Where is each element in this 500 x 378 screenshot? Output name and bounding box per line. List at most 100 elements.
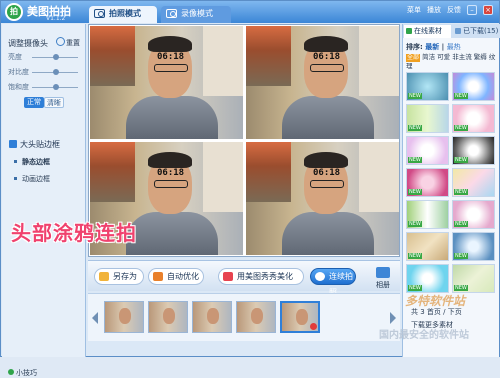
title-bar: 拍 美图拍拍 V1.1.2 拍照模式 录像模式 菜单 播放 反馈 – × xyxy=(1,1,499,23)
contrast-slider[interactable]: 对比度 xyxy=(8,67,83,77)
new-tag: NEW xyxy=(408,285,422,291)
static-frame-item[interactable]: 静态边框 xyxy=(8,157,84,167)
slogan-watermark: 国内最安全的软件站 xyxy=(379,330,469,341)
beautify-button[interactable]: 用美图秀秀美化 xyxy=(218,268,304,285)
magic-wand-icon xyxy=(153,272,163,281)
tab-online-materials[interactable]: 在线素材 xyxy=(404,25,451,38)
material-item[interactable]: NEW xyxy=(452,200,495,229)
auto-optimize-button[interactable]: 自动优化 xyxy=(148,268,204,285)
close-icon[interactable]: × xyxy=(483,5,493,15)
material-item[interactable]: NEW xyxy=(406,168,449,197)
meitu-icon xyxy=(223,272,233,281)
camera-adjust-title: 调整摄像头 xyxy=(8,39,48,48)
head-doodle: 06:18 xyxy=(157,168,185,178)
slider-knob[interactable] xyxy=(53,84,59,90)
normal-mode-button[interactable]: 正常 xyxy=(24,97,44,108)
new-tag: NEW xyxy=(408,189,422,195)
feedback-link[interactable]: 反馈 xyxy=(447,5,461,15)
brightness-slider[interactable]: 亮度 xyxy=(8,52,83,62)
material-item[interactable]: NEW xyxy=(406,104,449,133)
scroll-left-icon[interactable] xyxy=(92,312,98,324)
button-label: 另存为 xyxy=(113,272,137,281)
delete-icon[interactable] xyxy=(310,323,317,330)
material-item[interactable]: NEW xyxy=(452,264,495,293)
tab-photo-mode[interactable]: 拍照模式 xyxy=(89,6,157,23)
play-link[interactable]: 播放 xyxy=(427,5,441,15)
thumbnail-strip xyxy=(88,293,400,341)
category-row: 全部 简洁 可爱 非主流 繁缛 纹理 xyxy=(406,53,498,70)
album-label: 相册 xyxy=(376,281,390,289)
head-doodle: 06:18 xyxy=(313,168,341,178)
photo-frame[interactable]: 06:18 xyxy=(246,142,399,255)
new-tag: NEW xyxy=(408,253,422,259)
slider-label: 饱和度 xyxy=(8,83,29,91)
new-tag: NEW xyxy=(454,285,468,291)
button-label: 用美图秀秀美化 xyxy=(237,272,293,281)
sort-hottest-link[interactable]: 最热 xyxy=(447,43,461,51)
slider-knob[interactable] xyxy=(53,54,59,60)
new-tag: NEW xyxy=(454,253,468,259)
tips-link[interactable]: 小技巧 xyxy=(8,368,37,378)
tab-label: 拍照模式 xyxy=(109,9,141,18)
new-tag: NEW xyxy=(408,221,422,227)
material-item[interactable]: NEW xyxy=(406,232,449,261)
new-tag: NEW xyxy=(408,93,422,99)
material-item[interactable]: NEW xyxy=(406,200,449,229)
action-bar: 另存为 自动优化 用美图秀秀美化 连续拍照 相册 xyxy=(88,260,400,297)
shutter-icon xyxy=(315,272,325,281)
new-tag: NEW xyxy=(454,221,468,227)
thumbnail[interactable] xyxy=(104,301,144,333)
sharp-mode-button[interactable]: 清晰 xyxy=(44,97,64,108)
frame-section: 大头贴边框 静态边框 动画边框 xyxy=(8,139,84,191)
video-camera-icon xyxy=(166,9,177,18)
material-item[interactable]: NEW xyxy=(406,136,449,165)
animated-frame-item[interactable]: 动画边框 xyxy=(8,174,84,184)
sort-newest-link[interactable]: 最新 xyxy=(425,43,439,51)
new-tag: NEW xyxy=(454,93,468,99)
photo-frame[interactable]: 06:18 xyxy=(90,26,243,139)
minimize-icon[interactable]: – xyxy=(467,5,477,15)
new-tag: NEW xyxy=(454,189,468,195)
tab-downloaded[interactable]: 已下载(15) xyxy=(453,25,499,38)
slider-label: 对比度 xyxy=(8,68,29,76)
tab-label: 录像模式 xyxy=(181,9,213,18)
slider-knob[interactable] xyxy=(53,69,59,75)
album-button[interactable]: 相册 xyxy=(371,265,395,291)
button-label: 自动优化 xyxy=(167,272,199,281)
new-tag: NEW xyxy=(454,157,468,163)
thumbnail[interactable] xyxy=(148,301,188,333)
shoot-button[interactable]: 连续拍照 xyxy=(310,268,356,297)
camera-icon xyxy=(94,9,105,18)
material-item[interactable]: NEW xyxy=(452,168,495,197)
new-tag: NEW xyxy=(408,157,422,163)
tab-video-mode[interactable]: 录像模式 xyxy=(161,6,231,23)
thumbnail[interactable] xyxy=(192,301,232,333)
material-tabs: 在线素材 已下载(15) xyxy=(403,24,500,38)
app-logo-icon: 拍 xyxy=(5,3,23,21)
saturation-slider[interactable]: 饱和度 xyxy=(8,82,83,92)
overlay-caption: 头部涂鸦连拍 xyxy=(11,221,137,245)
scroll-right-icon[interactable] xyxy=(390,312,396,324)
save-as-button[interactable]: 另存为 xyxy=(94,268,144,285)
head-doodle: 06:18 xyxy=(313,52,341,62)
head-doodle: 06:18 xyxy=(157,52,185,62)
app-window: 拍 美图拍拍 V1.1.2 拍照模式 录像模式 菜单 播放 反馈 – × 调整摄… xyxy=(0,0,500,377)
reset-button[interactable]: 重置 xyxy=(56,37,80,48)
menu-link[interactable]: 菜单 xyxy=(407,5,421,15)
material-item[interactable]: NEW xyxy=(452,72,495,101)
material-item[interactable]: NEW xyxy=(406,72,449,101)
category-all-badge[interactable]: 全部 xyxy=(406,54,421,62)
frame-section-title: 大头贴边框 xyxy=(8,139,84,150)
thumbnail[interactable] xyxy=(236,301,276,333)
site-watermark: 多特软件站 xyxy=(405,294,466,308)
material-item[interactable]: NEW xyxy=(406,264,449,293)
photo-frame[interactable]: 06:18 xyxy=(246,26,399,139)
window-controls: 菜单 播放 反馈 – × xyxy=(407,5,493,15)
material-item[interactable]: NEW xyxy=(452,136,495,165)
thumbnail-selected[interactable] xyxy=(280,301,320,333)
sort-label: 排序: xyxy=(406,43,423,51)
material-item[interactable]: NEW xyxy=(452,104,495,133)
app-version: V1.1.2 xyxy=(46,15,66,22)
slider-label: 亮度 xyxy=(8,53,22,61)
material-item[interactable]: NEW xyxy=(452,232,495,261)
